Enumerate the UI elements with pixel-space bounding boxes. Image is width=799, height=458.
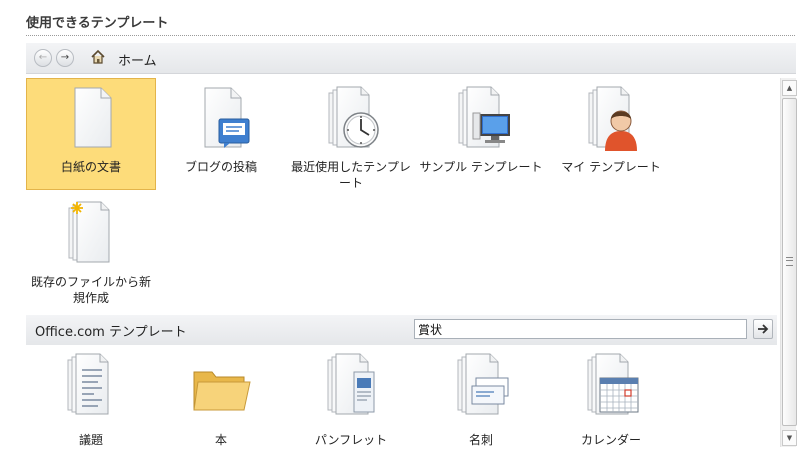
template-label: マイ テンプレート: [561, 160, 661, 174]
office-category-book[interactable]: 本: [156, 348, 286, 458]
calendar-icon: [580, 352, 639, 418]
section-title: 使用できるテンプレート: [26, 16, 169, 31]
office-category-agenda[interactable]: 議題: [26, 348, 156, 458]
office-category-calendar[interactable]: カレンダー: [546, 348, 676, 458]
category-label: 名刺: [468, 433, 493, 447]
scroll-up-button[interactable]: ▲: [782, 80, 797, 96]
template-my-templates[interactable]: マイ テンプレート: [546, 78, 676, 190]
arrow-right-icon: [758, 324, 769, 334]
sample-templates-icon: [451, 85, 510, 151]
back-arrow-icon[interactable]: ←: [34, 49, 52, 67]
template-label: 既存のファイルから新規作成: [30, 275, 151, 305]
new-from-existing-icon: [61, 200, 123, 266]
blank-document-icon: [61, 85, 123, 151]
section-divider: [26, 35, 795, 36]
template-label: 最近使用したテンプレート: [291, 160, 411, 190]
template-blank-document[interactable]: 白紙の文書: [26, 78, 156, 190]
office-category-brochure[interactable]: パンフレット: [286, 348, 416, 458]
agenda-icon: [60, 352, 122, 418]
my-templates-icon: [581, 85, 637, 151]
business-card-icon: [450, 352, 509, 418]
blog-post-icon: [191, 85, 250, 148]
category-label: 議題: [78, 433, 103, 447]
search-go-button[interactable]: [753, 319, 773, 339]
folder-icon: [193, 371, 251, 411]
vertical-scrollbar[interactable]: ▲ ▼: [780, 78, 797, 447]
template-blog-post[interactable]: ブログの投稿: [156, 78, 286, 190]
category-label: 本: [214, 433, 227, 447]
office-category-business-card[interactable]: 名刺: [416, 348, 546, 458]
breadcrumb-home[interactable]: ホーム: [118, 50, 157, 69]
scroll-down-button[interactable]: ▼: [782, 430, 797, 446]
office-templates-bar: Office.com テンプレート: [26, 315, 777, 345]
category-label: カレンダー: [580, 433, 641, 447]
home-icon[interactable]: [90, 49, 106, 65]
office-search-input[interactable]: [414, 319, 747, 339]
template-label: ブログの投稿: [184, 160, 257, 174]
template-recent[interactable]: 最近使用したテンプレート: [286, 78, 416, 190]
navigation-bar: ← → ホーム: [26, 43, 796, 74]
template-label: 白紙の文書: [60, 160, 121, 174]
scroll-thumb[interactable]: [782, 98, 797, 426]
template-sample[interactable]: サンプル テンプレート: [416, 78, 546, 190]
template-new-from-existing[interactable]: 既存のファイルから新規作成: [26, 193, 156, 305]
brochure-icon: [320, 352, 375, 418]
category-label: パンフレット: [314, 433, 388, 447]
template-label: サンプル テンプレート: [419, 160, 543, 174]
forward-arrow-icon[interactable]: →: [56, 49, 74, 67]
recent-templates-icon: [321, 85, 379, 148]
office-templates-title: Office.com テンプレート: [35, 325, 187, 340]
